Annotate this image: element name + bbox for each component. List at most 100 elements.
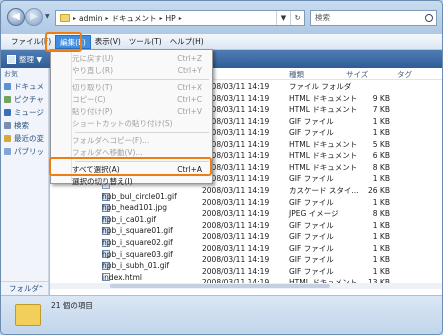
favorite-link[interactable]: ミュージ [1,106,48,119]
menu-item-label: 選択の切り替え(I) [72,177,133,186]
favorite-label: ピクチャ [14,95,44,104]
recent-pages-dropdown-icon[interactable]: ▼ [45,13,50,20]
search-input[interactable]: 検索 [310,10,437,26]
favorite-label: 最近の変 [14,134,44,143]
file-type: GIF ファイル [289,197,334,207]
file-type: GIF ファイル [289,116,334,126]
breadcrumb-hp[interactable]: HP [166,14,176,23]
folders-toggle[interactable]: フォルダ ⌃ [1,281,49,295]
breadcrumb-separator-icon[interactable]: ▸ [160,15,163,22]
folders-label: フォルダ [9,284,39,293]
menu-tools[interactable]: ツール(T) [125,35,166,49]
select-all-highlight [49,157,212,176]
back-button[interactable]: ◀ [7,8,25,26]
file-size: 1 KB [372,255,390,265]
item-count: 21 個の項目 [51,301,93,310]
file-size: 7 KB [372,105,390,115]
music-icon [4,109,11,116]
file-type: GIF ファイル [289,220,334,230]
file-type: HTML ドキュメント [289,105,358,115]
favorite-link[interactable]: ドキュメ [1,80,48,93]
edit-menu-highlight [45,32,82,52]
file-type: GIF ファイル [289,174,334,184]
edit-menu-item: フォルダへコピー(F)... [51,135,212,147]
organize-icon [7,54,16,64]
breadcrumb-documents[interactable]: ドキュメント [112,13,157,24]
folder-icon [15,304,41,326]
refresh-icon[interactable]: ↻ [290,11,304,25]
menu-view[interactable]: 表示(V) [91,35,125,49]
column-size[interactable]: サイズ [346,69,368,80]
details-pane: 21 個の項目 [1,295,442,334]
search-icon[interactable] [425,14,433,22]
file-type: HTML ドキュメント [289,93,358,103]
organize-label: 整理 ▼ [19,54,43,64]
edit-menu-item: コピー(C) Ctrl+C [51,94,212,106]
forward-button[interactable]: ▶ [25,8,43,26]
address-dropdown-icon[interactable]: ▼ [276,11,290,25]
public-icon [4,148,11,155]
file-name-text: hpb_head101.jpg [102,203,168,213]
favorite-link[interactable]: 検索 [1,119,48,132]
file-name-text: hpb_i_square02.gif [102,237,173,247]
breadcrumb-separator-icon[interactable]: ▸ [179,15,182,22]
address-bar[interactable]: ▸ admin ▸ ドキュメント ▸ HP ▸ ▼ ↻ [55,10,305,26]
folder-icon [60,14,70,22]
menu-item-label: フォルダへコピー(F)... [72,136,150,145]
file-date: 2008/03/11 14:19 [202,243,270,253]
file-type: GIF ファイル [289,266,334,276]
menu-item-label: コピー(C) [72,95,106,104]
favorite-label: ミュージ [14,108,44,117]
menu-item-label: 切り取り(T) [72,83,113,92]
breadcrumb-admin[interactable]: admin [79,14,103,23]
file-size: 1 KB [372,243,390,253]
file-type: ファイル フォルダ [289,82,352,91]
column-tags[interactable]: タグ [397,69,412,80]
back-arrow-icon: ◀ [12,11,20,22]
file-name-text: hpb_i_subh_01.gif [102,261,170,271]
favorite-link[interactable]: パブリッ [1,145,48,158]
favorite-link[interactable]: ピクチャ [1,93,48,106]
pictures-icon [4,96,11,103]
chevron-up-icon: ⌃ [37,284,44,293]
file-date: 2008/03/11 14:19 [202,232,270,242]
column-type[interactable]: 種類 [289,69,304,80]
file-size: 1 KB [372,232,390,242]
horizontal-scrollbar[interactable] [50,283,442,289]
menu-item-shortcut: Ctrl+X [177,83,202,92]
file-date: 2008/03/11 14:19 [202,197,270,207]
favorite-link[interactable]: 最近の変 [1,132,48,145]
edit-menu-item: 貼り付け(P) Ctrl+V [51,106,212,118]
menu-item-shortcut: Ctrl+Z [177,54,202,63]
file-date: 2008/03/11 14:19 [202,185,270,195]
file-type: GIF ファイル [289,232,334,242]
menu-item-label: やり直し(R) [72,66,114,75]
file-type: カスケード スタイ... [289,185,359,195]
breadcrumb-separator-icon[interactable]: ▸ [73,15,76,22]
file-size: 8 KB [372,209,390,219]
file-name-text: index.html [102,272,142,282]
navigation-pane: お気 ドキュメピクチャミュージ検索最近の変パブリッ [1,68,49,281]
explorer-window: ◀ ▶ ▼ ▸ admin ▸ ドキュメント ▸ HP ▸ ▼ ↻ 検索 ファイ… [0,0,443,335]
edit-menu-item: 切り取り(T) Ctrl+X [51,82,212,94]
search-folder-icon [4,122,11,129]
file-type: GIF ファイル [289,128,334,138]
recent-icon [4,135,11,142]
scrollbar-thumb[interactable] [110,284,330,288]
edit-menu-item: ショートカットの貼り付け(S) [51,118,212,130]
breadcrumb-separator-icon[interactable]: ▸ [106,15,109,22]
menu-help[interactable]: ヘルプ(H) [166,35,208,49]
favorite-label: パブリッ [14,147,44,156]
file-type: HTML ドキュメント [289,139,358,149]
menu-item-shortcut: Ctrl+Y [177,66,202,75]
file-type: JPEG イメージ [289,209,339,219]
organize-button[interactable]: 整理 ▼ [1,54,42,65]
menu-item-shortcut: Ctrl+V [177,107,202,116]
file-name-text: hpb_i_square03.gif [102,249,173,259]
edit-menu-item: 元に戻す(U) Ctrl+Z [51,53,212,65]
menu-item-label: 貼り付け(P) [72,107,113,116]
edit-menu-item[interactable]: 選択の切り替え(I) [51,176,212,188]
file-date: 2008/03/11 14:19 [202,220,270,230]
file-size: 1 KB [372,197,390,207]
favorites-header: お気 [4,70,18,78]
